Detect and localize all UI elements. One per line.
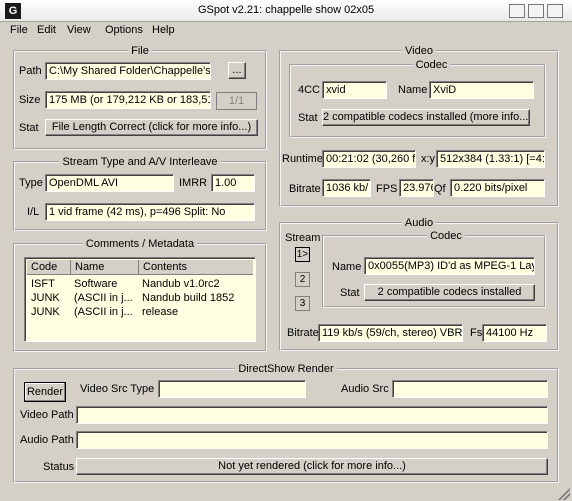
type-field[interactable]: OpenDML AVI — [45, 174, 174, 192]
comments-legend: Comments / Metadata — [85, 238, 195, 250]
imrr-field[interactable]: 1.00 — [211, 174, 255, 192]
type-label: Type — [19, 177, 43, 189]
render-status-button[interactable]: Not yet rendered (click for more info...… — [76, 458, 548, 475]
directshow-render-legend: DirectShow Render — [238, 363, 334, 375]
resolution-field[interactable]: 512x384 (1.33:1) [=4:3 — [436, 150, 545, 168]
stream-label: Stream — [285, 232, 321, 244]
fs-label: Fs — [470, 327, 483, 339]
audio-codec-legend: Codec — [430, 230, 462, 242]
cell-contents: Nandub build 1852 — [142, 292, 235, 304]
metadata-list-header: Code Name Contents — [27, 260, 253, 275]
path-field[interactable]: C:\My Shared Folder\Chappelle's — [45, 62, 211, 80]
stream-type-legend: Stream Type and A/V Interleave — [62, 156, 218, 168]
il-field[interactable]: 1 vid frame (42 ms), p=496 Split: No — [45, 203, 255, 221]
browse-button[interactable]: ... — [228, 62, 246, 79]
cell-name: Software — [74, 278, 118, 290]
menu-view[interactable]: View — [67, 24, 91, 36]
size-label: Size — [19, 94, 41, 106]
video-codec-legend: Codec — [415, 59, 448, 71]
file-stat-button[interactable]: File Length Correct (click for more info… — [45, 119, 258, 136]
qf-label: Qf — [434, 183, 446, 195]
window-title: GSpot v2.21: chappelle show 02x05 — [197, 4, 375, 16]
audio-bitrate-label: Bitrate — [287, 327, 319, 339]
status-label: Status — [43, 461, 75, 473]
runtime-label: Runtime — [282, 153, 323, 165]
video-src-type-field[interactable] — [158, 380, 306, 398]
maximize-icon[interactable] — [528, 4, 544, 18]
menu-help[interactable]: Help — [152, 24, 175, 36]
audio-name-label: Name — [332, 261, 362, 273]
cell-code: ISFT — [31, 278, 55, 290]
video-legend: Video — [405, 45, 433, 57]
audio-name-field[interactable]: 0x0055(MP3) ID'd as MPEG-1 Laye — [364, 257, 535, 275]
audio-stream-3-button[interactable]: 3 — [295, 296, 310, 311]
audio-codec-stat-button[interactable]: 2 compatible codecs installed — [364, 284, 535, 301]
fourcc-label: 4CC — [298, 84, 321, 96]
menu-edit[interactable]: Edit — [37, 24, 56, 36]
column-header-code[interactable]: Code — [27, 260, 71, 275]
fps-label: FPS — [376, 183, 398, 195]
video-src-type-label: Video Src Type — [80, 383, 155, 395]
xy-label: x:y — [421, 153, 436, 165]
audio-src-label: Audio Src — [341, 383, 389, 395]
page-indicator: 1/1 — [216, 92, 257, 110]
video-codec-stat-button[interactable]: 2 compatible codecs installed (more info… — [322, 109, 530, 126]
imrr-label: IMRR — [179, 177, 208, 189]
cell-contents: Nandub v1.0rc2 — [142, 278, 220, 290]
audio-path-label: Audio Path — [20, 434, 74, 446]
metadata-list[interactable]: Code Name Contents ISFT Software Nandub … — [24, 257, 256, 342]
cell-name: (ASCII in j... — [74, 292, 133, 304]
cell-code: JUNK — [31, 306, 60, 318]
fs-field[interactable]: 44100 Hz — [482, 324, 547, 342]
video-name-field[interactable]: XviD — [429, 81, 534, 99]
fourcc-field[interactable]: xvid — [322, 81, 387, 99]
audio-stat-label: Stat — [340, 287, 360, 299]
video-bitrate-field[interactable]: 1036 kb/ — [322, 179, 371, 197]
video-path-label: Video Path — [20, 409, 74, 421]
audio-path-field[interactable] — [76, 431, 548, 449]
column-header-contents[interactable]: Contents — [139, 260, 253, 275]
il-label: I/L — [27, 206, 40, 218]
column-header-name[interactable]: Name — [71, 260, 139, 275]
path-label: Path — [19, 65, 42, 77]
video-name-label: Name — [398, 84, 428, 96]
video-bitrate-label: Bitrate — [289, 183, 321, 195]
video-stat-label: Stat — [298, 112, 318, 124]
menu-file[interactable]: File — [10, 24, 28, 36]
qf-field[interactable]: 0.220 bits/pixel — [450, 179, 545, 197]
video-path-field[interactable] — [76, 406, 548, 424]
file-group-legend: File — [131, 45, 149, 57]
audio-stream-2-button[interactable]: 2 — [295, 272, 310, 287]
stat-label: Stat — [19, 122, 39, 134]
fps-field[interactable]: 23.976 — [399, 179, 434, 197]
audio-src-field[interactable] — [392, 380, 548, 398]
audio-stream-1-button[interactable]: 1> — [295, 247, 310, 262]
runtime-field[interactable]: 00:21:02 (30,260 fr — [322, 150, 416, 168]
render-button[interactable]: Render — [24, 382, 66, 402]
cell-code: JUNK — [31, 292, 60, 304]
menu-bar: File Edit View Options Help — [0, 22, 572, 40]
audio-legend: Audio — [404, 217, 434, 229]
cell-contents: release — [142, 306, 179, 318]
close-icon[interactable] — [547, 4, 563, 18]
minimize-icon[interactable] — [509, 4, 525, 18]
audio-bitrate-field[interactable]: 119 kb/s (59/ch, stereo) VBR — [318, 324, 463, 342]
cell-name: (ASCII in j... — [74, 306, 133, 318]
title-bar: G GSpot v2.21: chappelle show 02x05 — [0, 0, 572, 22]
menu-options[interactable]: Options — [105, 24, 143, 36]
size-field[interactable]: 175 MB (or 179,212 KB or 183,51 — [45, 91, 211, 109]
resize-grip-icon[interactable] — [558, 488, 570, 500]
